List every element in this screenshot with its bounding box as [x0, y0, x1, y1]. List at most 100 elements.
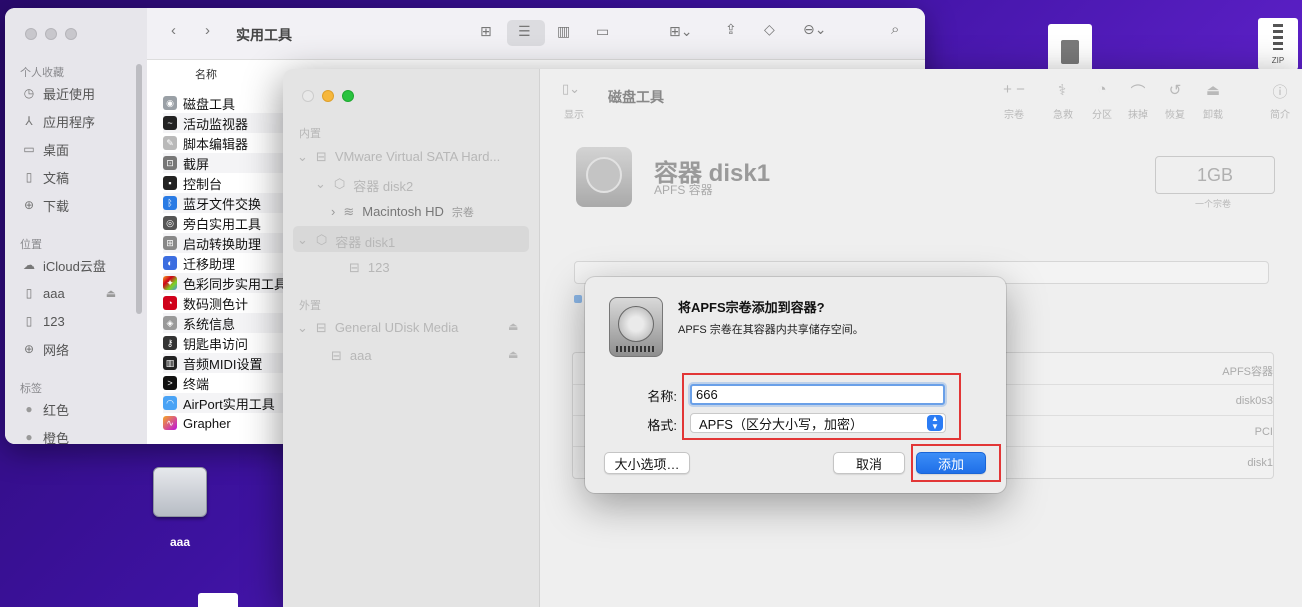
group-icon[interactable]: ⊞⌄	[669, 23, 692, 40]
cloud-icon: ☁	[23, 258, 35, 272]
back-icon[interactable]: ‹	[171, 22, 176, 39]
sidebar-item-123[interactable]: ▯ 123	[22, 310, 65, 332]
tool-first-aid[interactable]: 急救	[1049, 106, 1077, 121]
sidebar-item-usb[interactable]: ⌄ ⊟ General UDisk Media	[297, 320, 458, 336]
list-item[interactable]: ◔ 数码测色计	[163, 293, 293, 313]
size-options-button[interactable]: 大小选项…	[604, 452, 690, 474]
sidebar-item-tag-red[interactable]: ● 红色	[22, 398, 69, 420]
disclosure-icon[interactable]: ⌄	[297, 320, 308, 336]
minimize-button[interactable]	[45, 28, 57, 40]
tool-unmount[interactable]: 卸载	[1200, 106, 1226, 121]
sidebar-item-container-disk2[interactable]: ⌄ ⬡ 容器 disk2	[315, 176, 413, 195]
info-icon[interactable]: ⓘ	[1267, 81, 1293, 102]
sidebar-item-aaa[interactable]: ▯ aaa ⏏	[22, 282, 116, 304]
sidebar-item-vol-123[interactable]: ⊟ 123	[349, 260, 390, 276]
disclosure-icon[interactable]: ⌄	[297, 149, 308, 165]
sidebar-item-recents[interactable]: ◷ 最近使用	[22, 82, 95, 104]
sidebar-item-icloud[interactable]: ☁ iCloud云盘	[22, 254, 106, 276]
tool-erase[interactable]: 抹掉	[1125, 106, 1151, 121]
legend-swatch	[574, 295, 582, 303]
finder-window-controls[interactable]	[25, 28, 77, 40]
sidebar-item-network[interactable]: ⊕ 网络	[22, 338, 69, 360]
sidebar-item-container-disk1[interactable]: ⌄ ⬡ 容器 disk1	[297, 232, 395, 251]
list-item[interactable]: ◐ 迁移助理	[163, 253, 293, 273]
forward-icon[interactable]: ›	[205, 22, 210, 39]
search-icon[interactable]: ⌕	[891, 21, 899, 38]
desktop-zip-icon[interactable]: ZIP	[1258, 18, 1298, 70]
select-arrows-icon: ▲ ▼	[927, 415, 943, 431]
eject-icon[interactable]: ⏏	[508, 348, 518, 361]
disclosure-icon[interactable]: ⌄	[315, 176, 326, 195]
voiceover-icon: ◎	[163, 216, 177, 230]
list-item[interactable]: ⊡ 截屏	[163, 153, 293, 173]
sidebar-item-tag-orange[interactable]: ● 橙色	[22, 426, 69, 444]
list-item[interactable]: ✦ 色彩同步实用工具	[163, 273, 293, 293]
gallery-view-icon[interactable]: ▭	[596, 23, 609, 40]
column-view-icon[interactable]: ▥	[557, 23, 570, 40]
sidebar-item-applications[interactable]: ⅄ 应用程序	[22, 110, 95, 132]
tag-icon[interactable]: ◇	[764, 21, 775, 38]
format-label: 格式:	[647, 418, 677, 433]
column-header-name[interactable]: 名称	[195, 66, 217, 82]
volume-layers-icon: ≋	[343, 204, 355, 219]
sidebar-item-macintosh-hd[interactable]: › ≋ Macintosh HD 宗卷	[331, 204, 474, 220]
list-item[interactable]: ◈ 系统信息	[163, 313, 293, 333]
list-item[interactable]: ∿ Grapher	[163, 413, 293, 433]
sidebar-scrollbar[interactable]	[136, 64, 142, 314]
tag-dot-icon: ●	[25, 402, 33, 416]
list-item[interactable]: ⊞ 启动转换助理	[163, 233, 293, 253]
desktop-drive-icon[interactable]	[151, 467, 209, 523]
list-item[interactable]: ⚷ 钥匙串访问	[163, 333, 293, 353]
list-item[interactable]: > 终端	[163, 373, 293, 393]
sidebar-toggle-icon[interactable]: ▯⌄	[562, 81, 580, 97]
list-item[interactable]: ◉ 磁盘工具	[163, 93, 293, 113]
zoom-button[interactable]	[342, 90, 354, 102]
eject-icon[interactable]: ⏏	[106, 287, 116, 300]
volume-name-input[interactable]	[690, 384, 945, 405]
sidebar-item-drive[interactable]: ⌄ ⊟ VMware Virtual SATA Hard...	[297, 149, 500, 165]
disclosure-icon[interactable]: ⌄	[297, 232, 308, 251]
list-item[interactable]: ◠ AirPort实用工具	[163, 393, 293, 413]
cancel-button[interactable]: 取消	[833, 452, 905, 474]
unmount-icon[interactable]: ⏏	[1200, 81, 1226, 99]
name-label: 名称:	[647, 389, 677, 404]
more-icon[interactable]: ⊖⌄	[803, 21, 826, 38]
add-button[interactable]: 添加	[916, 452, 986, 474]
desktop-disk-image-icon[interactable]	[1048, 24, 1092, 72]
sidebar-item-downloads[interactable]: ⊕ 下载	[22, 194, 69, 216]
partition-icon[interactable]: ◔	[1089, 81, 1115, 98]
icon-view-icon[interactable]: ⊞	[480, 23, 492, 40]
share-icon[interactable]: ⇪	[725, 21, 737, 38]
grapher-icon: ∿	[163, 416, 177, 430]
internal-disk-icon	[609, 297, 663, 357]
sidebar-item-documents[interactable]: ▯ 文稿	[22, 166, 69, 188]
list-item[interactable]: ~ 活动监视器	[163, 113, 293, 133]
volume-icon: ⊟	[349, 260, 360, 275]
sidebar-item-desktop[interactable]: ▭ 桌面	[22, 138, 69, 160]
tool-restore[interactable]: 恢复	[1162, 106, 1188, 121]
list-item[interactable]: ▥ 音频MIDI设置	[163, 353, 293, 373]
add-remove-icon[interactable]: + −	[997, 81, 1031, 98]
restore-icon[interactable]: ↺	[1162, 81, 1188, 99]
disclosure-icon[interactable]: ›	[331, 204, 335, 220]
zoom-button[interactable]	[65, 28, 77, 40]
tool-volume[interactable]: 宗卷	[1000, 106, 1028, 121]
close-button[interactable]	[25, 28, 37, 40]
list-item[interactable]: ᛒ 蓝牙文件交换	[163, 193, 293, 213]
disk-utility-title: 磁盘工具	[608, 89, 664, 105]
container-icon: ⬡	[333, 176, 346, 191]
minimize-button[interactable]	[322, 90, 334, 102]
disk-utility-window-controls[interactable]	[302, 90, 354, 102]
close-button[interactable]	[302, 90, 314, 102]
sidebar-item-vol-aaa[interactable]: ⊟ aaa	[331, 348, 372, 364]
list-item[interactable]: ✎ 脚本编辑器	[163, 133, 293, 153]
desktop-file-icon[interactable]	[198, 593, 238, 607]
first-aid-icon[interactable]: ⚕	[1049, 81, 1075, 99]
erase-icon[interactable]: ⌒	[1125, 81, 1151, 102]
format-select[interactable]: APFS（区分大小写，加密） ▲ ▼	[690, 413, 946, 433]
tool-partition[interactable]: 分区	[1089, 106, 1115, 121]
list-item[interactable]: ▪ 控制台	[163, 173, 293, 193]
tool-info[interactable]: 简介	[1267, 106, 1293, 121]
eject-icon[interactable]: ⏏	[508, 320, 518, 333]
list-item[interactable]: ◎ 旁白实用工具	[163, 213, 293, 233]
